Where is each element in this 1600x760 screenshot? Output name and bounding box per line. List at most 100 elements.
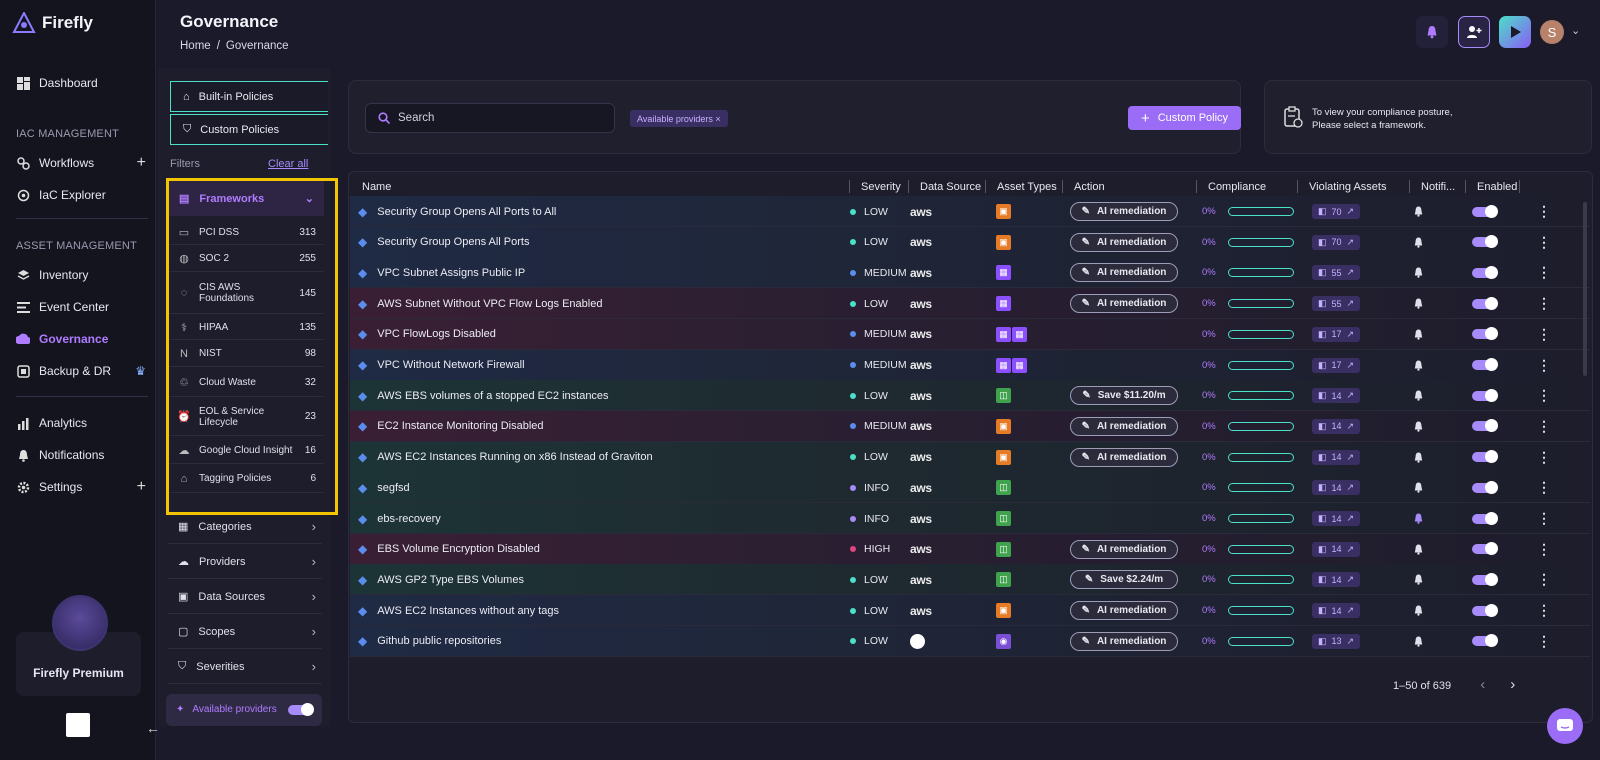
more-options-icon[interactable]: ⋮ [1537, 319, 1551, 350]
col-header-data-source[interactable]: Data Source [920, 181, 981, 193]
col-header-enabled[interactable]: Enabled [1477, 181, 1517, 193]
action-button[interactable]: ✎ AI remediation [1070, 232, 1178, 252]
action-button[interactable]: ✎ AI remediation [1070, 263, 1178, 283]
col-separator[interactable] [985, 180, 986, 193]
bell-button[interactable] [1416, 16, 1448, 48]
violating-assets-badge[interactable]: ◧ 14 ↗ [1312, 572, 1361, 588]
policy-name-cell[interactable]: ◆ segfsd [358, 472, 410, 503]
policy-name-cell[interactable]: ◆ VPC Without Network Firewall [358, 350, 525, 381]
enabled-toggle[interactable] [1472, 235, 1498, 249]
enabled-toggle[interactable] [1472, 204, 1498, 218]
chevron-down-icon[interactable]: ⌄ [1571, 24, 1580, 37]
notification-cell[interactable] [1413, 442, 1424, 473]
enabled-toggle[interactable] [1472, 450, 1498, 464]
available-providers-toggle[interactable] [288, 703, 315, 716]
table-row[interactable]: ◆ AWS EC2 Instances Running on x86 Instea… [350, 441, 1590, 473]
enabled-toggle[interactable] [1472, 296, 1498, 310]
filter-providers[interactable]: ☁ Providers › [168, 545, 322, 579]
col-separator[interactable] [1465, 180, 1466, 193]
table-row[interactable]: ◆ VPC Without Network Firewall MEDIUM aws… [350, 349, 1590, 381]
table-row[interactable]: ◆ AWS EBS volumes of a stopped EC2 instan… [350, 380, 1590, 412]
violating-assets-badge[interactable]: ◧ 55 ↗ [1312, 296, 1361, 312]
notification-cell[interactable] [1413, 472, 1424, 503]
notification-cell[interactable] [1413, 319, 1424, 350]
nav-backup[interactable]: Backup & DR ♛ [16, 360, 146, 382]
chat-button[interactable] [1547, 708, 1583, 744]
violating-assets-badge[interactable]: ◧ 17 ↗ [1312, 357, 1361, 373]
next-page-icon[interactable]: › [1510, 676, 1515, 693]
col-header-notifi[interactable]: Notifi... [1421, 181, 1455, 193]
invite-user-button[interactable] [1458, 16, 1490, 48]
filter-scopes[interactable]: ▢ Scopes › [168, 615, 322, 649]
table-row[interactable]: ◆ EBS Volume Encryption Disabled HIGH aws… [350, 533, 1590, 565]
policy-name-cell[interactable]: ◆ AWS Subnet Without VPC Flow Logs Enable… [358, 288, 602, 319]
nav-notifications[interactable]: Notifications [16, 444, 146, 466]
col-header-name[interactable]: Name [362, 181, 391, 193]
policy-name-cell[interactable]: ◆ AWS EC2 Instances without any tags [358, 595, 559, 626]
table-row[interactable]: ◆ Security Group Opens All Ports to All L… [350, 196, 1590, 227]
violating-assets-badge[interactable]: ◧ 14 ↗ [1312, 603, 1361, 619]
enabled-toggle[interactable] [1472, 358, 1498, 371]
policy-name-cell[interactable]: ◆ EC2 Instance Monitoring Disabled [358, 411, 544, 442]
play-button[interactable] [1499, 16, 1531, 48]
notification-cell[interactable] [1413, 626, 1424, 657]
action-button[interactable]: ✎ AI remediation [1070, 539, 1178, 559]
nav-dashboard[interactable]: Dashboard [16, 72, 146, 94]
nav-workflows[interactable]: Workflows + [16, 152, 146, 174]
nav-analytics[interactable]: Analytics [16, 412, 146, 434]
more-options-icon[interactable]: ⋮ [1537, 626, 1551, 657]
notification-cell[interactable] [1413, 350, 1424, 381]
prev-page-icon[interactable]: ‹ [1480, 676, 1485, 693]
col-header-violating[interactable]: Violating Assets [1309, 181, 1386, 193]
notification-cell[interactable] [1413, 257, 1424, 288]
nav-governance[interactable]: Governance [16, 328, 146, 350]
violating-assets-badge[interactable]: ◧ 14 ↗ [1312, 511, 1361, 526]
violating-assets-badge[interactable]: ◧ 14 ↗ [1312, 449, 1361, 465]
filter-data-sources[interactable]: ▣ Data Sources › [168, 580, 322, 614]
notification-cell[interactable] [1413, 380, 1424, 411]
custom-policy-button[interactable]: + Custom Policy [1128, 106, 1241, 130]
col-header-compliance[interactable]: Compliance [1208, 181, 1266, 193]
violating-assets-badge[interactable]: ◧ 14 ↗ [1312, 541, 1361, 557]
enabled-toggle[interactable] [1472, 542, 1498, 556]
more-options-icon[interactable]: ⋮ [1537, 411, 1551, 442]
search-input[interactable]: Search [365, 103, 615, 133]
col-separator[interactable] [1062, 180, 1063, 193]
enabled-toggle[interactable] [1472, 572, 1498, 586]
table-row[interactable]: ◆ ebs-recovery INFO aws ◫ 0% ◧ 14 ↗ ⋮ [350, 503, 1590, 534]
enabled-toggle[interactable] [1472, 634, 1498, 648]
more-options-icon[interactable]: ⋮ [1537, 595, 1551, 626]
policy-name-cell[interactable]: ◆ Security Group Opens All Ports to All [358, 196, 556, 227]
table-row[interactable]: ◆ Github public repositories LOW ◉ ✎ AI re… [350, 625, 1590, 657]
nav-iac-explorer[interactable]: IaC Explorer [16, 184, 146, 206]
col-header-action[interactable]: Action [1074, 181, 1105, 193]
nav-event-center[interactable]: Event Center [16, 296, 146, 318]
notification-cell[interactable] [1413, 196, 1424, 227]
col-separator[interactable] [1409, 180, 1410, 193]
policy-name-cell[interactable]: ◆ AWS GP2 Type EBS Volumes [358, 564, 524, 595]
violating-assets-badge[interactable]: ◧ 14 ↗ [1312, 480, 1361, 496]
table-row[interactable]: ◆ AWS EC2 Instances without any tags LOW … [350, 595, 1590, 627]
action-button[interactable]: ✎ AI remediation [1070, 601, 1178, 621]
more-options-icon[interactable]: ⋮ [1537, 196, 1551, 227]
avatar[interactable]: S [1540, 20, 1564, 44]
col-header-asset-types[interactable]: Asset Types [997, 181, 1057, 193]
org-logo-icon[interactable] [66, 713, 90, 737]
nav-inventory[interactable]: Inventory [16, 264, 146, 286]
violating-assets-badge[interactable]: ◧ 17 ↗ [1312, 326, 1361, 342]
col-header-severity[interactable]: Severity [861, 181, 901, 193]
policy-name-cell[interactable]: ◆ ebs-recovery [358, 503, 441, 534]
table-row[interactable]: ◆ AWS Subnet Without VPC Flow Logs Enable… [350, 288, 1590, 320]
enabled-toggle[interactable] [1472, 480, 1498, 494]
violating-assets-badge[interactable]: ◧ 70 ↗ [1312, 204, 1361, 219]
policy-name-cell[interactable]: ◆ AWS EBS volumes of a stopped EC2 instan… [358, 380, 609, 411]
add-setting-icon[interactable]: + [137, 478, 146, 496]
nav-settings[interactable]: Settings + [16, 476, 146, 498]
action-button[interactable]: ✎ AI remediation [1070, 294, 1178, 314]
enabled-toggle[interactable] [1472, 265, 1498, 279]
table-row[interactable]: ◆ Security Group Opens All Ports LOW aws … [350, 226, 1590, 258]
more-options-icon[interactable]: ⋮ [1537, 227, 1551, 258]
notification-cell[interactable] [1413, 411, 1424, 442]
filter-severities[interactable]: ⛉ Severities › [168, 650, 322, 684]
more-options-icon[interactable]: ⋮ [1537, 442, 1551, 473]
